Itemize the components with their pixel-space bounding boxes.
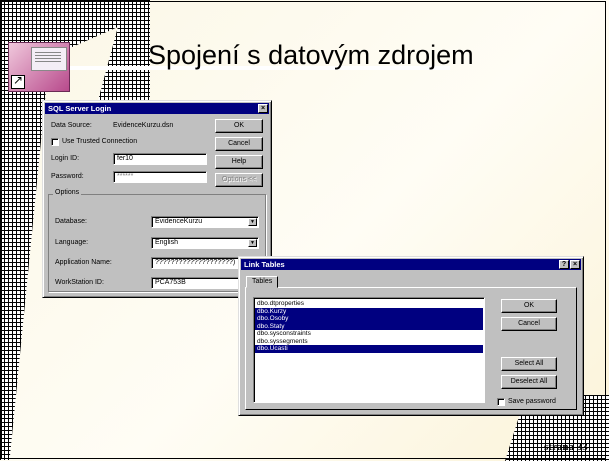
save-password-label: Save password (508, 398, 556, 405)
dialog-title-bar: Link Tables ? × (241, 259, 581, 270)
database-label: Database: (55, 218, 87, 225)
trusted-connection-label: Use Trusted Connection (62, 138, 138, 145)
language-select[interactable]: English ▼ (151, 237, 259, 249)
list-item[interactable]: dbo.Staty (255, 322, 483, 330)
data-source-value: EvidenceKurzu.dsn (113, 122, 174, 129)
ok-button[interactable]: OK (215, 119, 263, 133)
login-id-label: Login ID: (51, 155, 80, 162)
shortcut-arrow-icon (11, 73, 25, 89)
access-form-icon (8, 42, 70, 92)
tables-list: dbo.dtproperties dbo.Kurzy dbo.Osoby dbo.St… (255, 300, 483, 353)
chevron-down-icon[interactable]: ▼ (248, 239, 257, 247)
dialog-title: SQL Server Login (48, 104, 112, 113)
list-item[interactable]: dbo.dtproperties (255, 300, 483, 308)
list-item[interactable]: dbo.Ucasti (255, 345, 483, 353)
trusted-connection-checkbox[interactable] (51, 138, 59, 146)
dialog-title: Link Tables (244, 260, 285, 269)
login-id-input[interactable]: fer10 (113, 153, 207, 165)
slide-title: Spojení s datovým zdrojem (148, 40, 474, 70)
tab-tables[interactable]: Tables (246, 276, 279, 288)
database-select[interactable]: EvidenceKurzu ▼ (151, 216, 259, 228)
list-item[interactable]: dbo.Osoby (255, 315, 483, 323)
language-value: English (155, 239, 178, 246)
ok-button[interactable]: OK (501, 299, 557, 313)
application-name-label: Application Name: (55, 259, 112, 266)
list-item[interactable]: dbo.syssegments (255, 338, 483, 346)
grid-decoration-left (0, 70, 48, 460)
password-label: Password: (51, 173, 84, 180)
slide: Spojení s datovým zdrojem SQL Server Log… (0, 0, 609, 461)
cancel-button[interactable]: Cancel (215, 137, 263, 151)
password-input[interactable]: ****** (113, 171, 207, 183)
page-number: strana 33 (544, 441, 588, 453)
language-label: Language: (55, 239, 89, 246)
dialog-title-bar: SQL Server Login × (45, 103, 269, 114)
close-icon[interactable]: × (258, 104, 268, 113)
list-item[interactable]: dbo.Kurzy (255, 307, 483, 315)
data-source-label: Data Source: (51, 122, 92, 129)
database-value: EvidenceKurzu (155, 218, 203, 225)
close-icon[interactable]: × (570, 260, 580, 269)
options-button[interactable]: Options << (215, 173, 263, 187)
list-item[interactable]: dbo.sysconstraints (255, 330, 483, 338)
help-icon[interactable]: ? (559, 260, 569, 269)
workstation-id-label: WorkStation ID: (55, 279, 104, 286)
cancel-button[interactable]: Cancel (501, 317, 557, 331)
chevron-down-icon[interactable]: ▼ (248, 218, 257, 226)
help-button[interactable]: Help (215, 155, 263, 169)
deselect-all-button[interactable]: Deselect All (501, 375, 557, 389)
select-all-button[interactable]: Select All (501, 357, 557, 371)
options-group-label: Options (53, 189, 82, 196)
save-password-checkbox[interactable] (497, 398, 505, 406)
tables-listbox[interactable]: dbo.dtproperties dbo.Kurzy dbo.Osoby dbo.St… (253, 297, 485, 403)
link-tables-dialog: Link Tables ? × Tables dbo.dtproperties d… (238, 256, 584, 416)
